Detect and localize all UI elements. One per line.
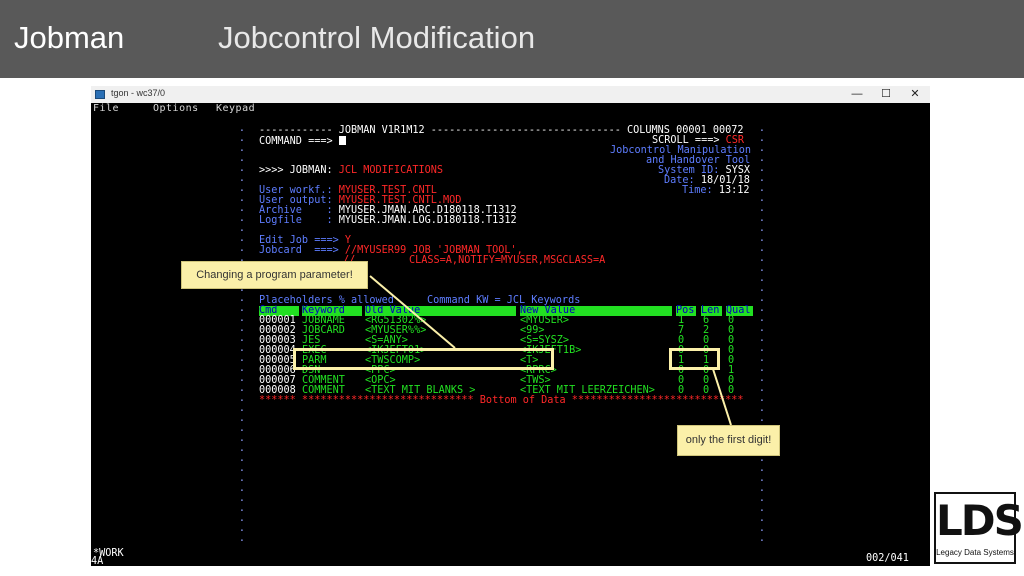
pointer-line-right (712, 368, 732, 426)
highlight-parm-row (293, 348, 554, 370)
callout-pointers (369, 275, 732, 426)
logo-subtitle: Legacy Data Systems (936, 548, 1014, 557)
lds-logo: LDS Legacy Data Systems (934, 492, 1024, 564)
highlight-pos-len (669, 348, 720, 370)
pointer-line-left (369, 275, 456, 349)
logo-mark: LDS (936, 496, 1024, 545)
